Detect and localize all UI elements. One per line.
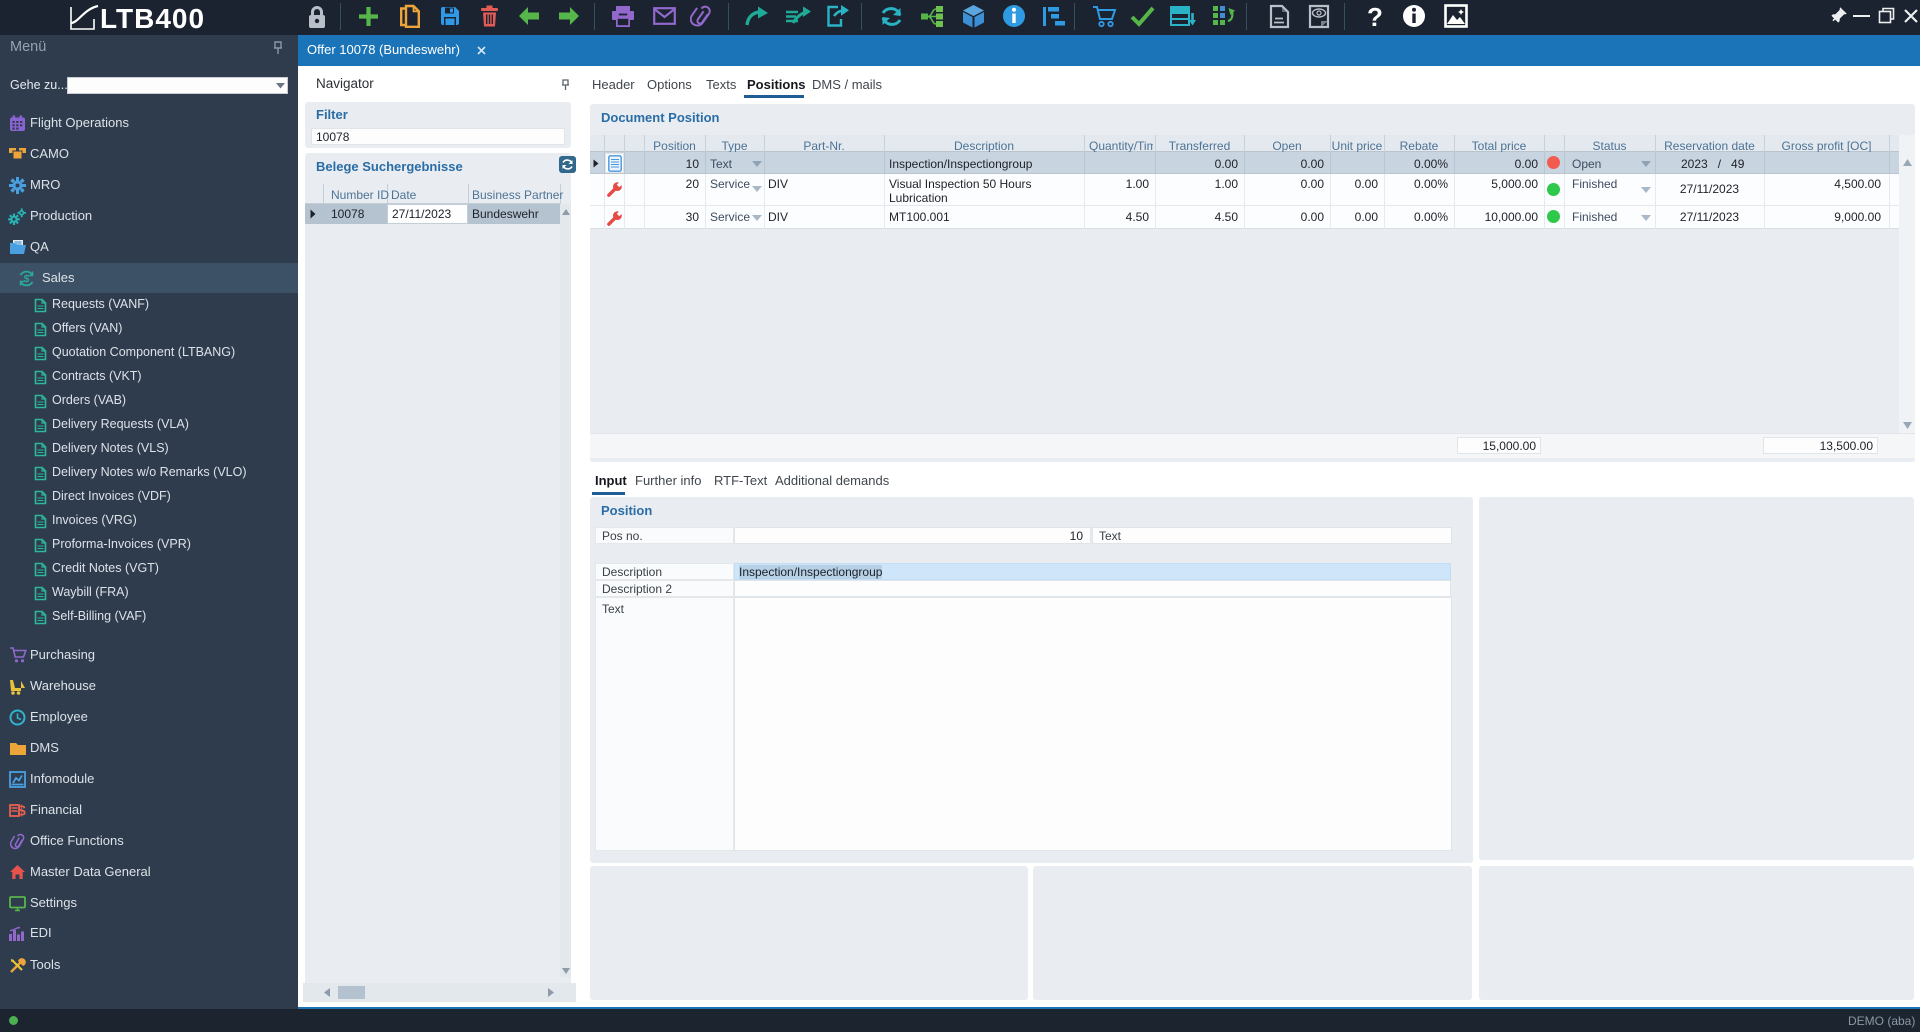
svg-text:$: $ [18,803,27,820]
svg-text:$: $ [24,274,30,285]
svg-text:LTB400: LTB400 [100,3,205,32]
